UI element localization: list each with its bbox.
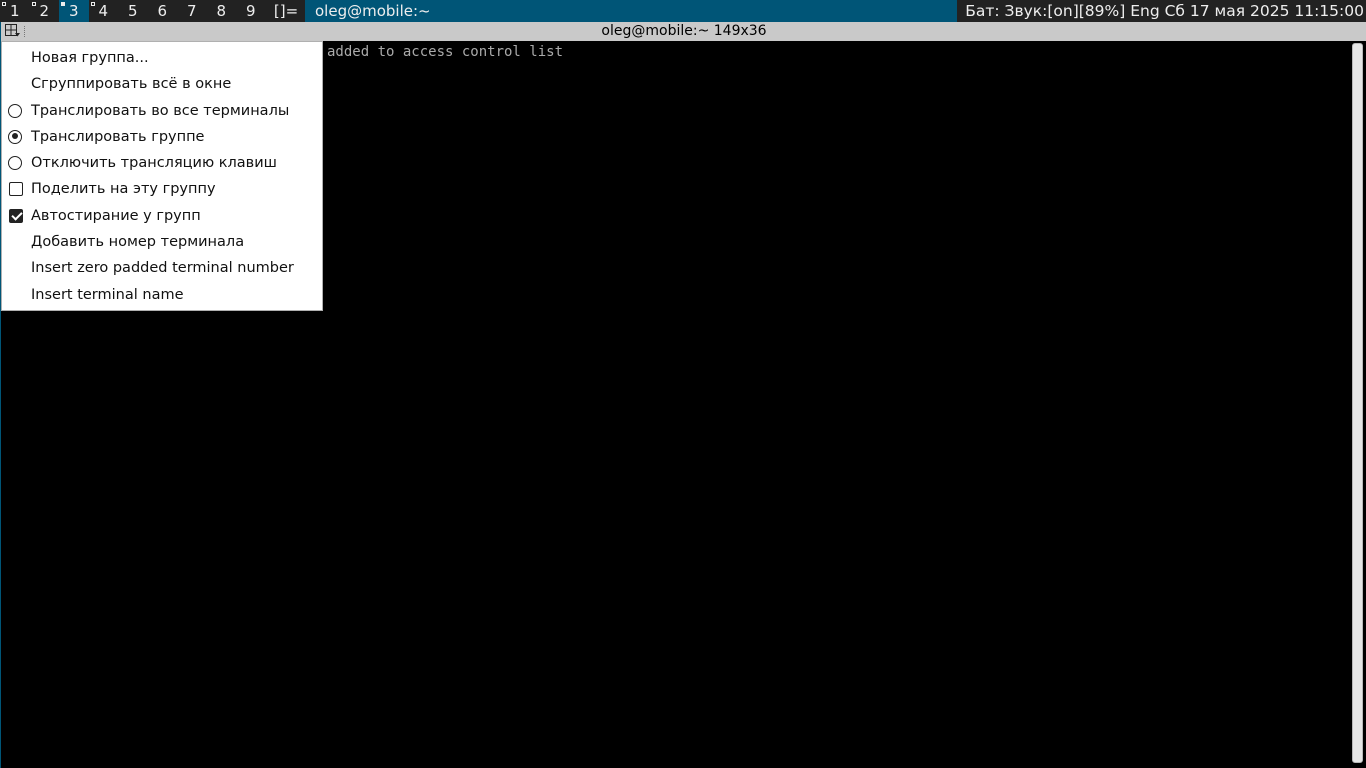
scrollbar-thumb[interactable] xyxy=(1352,43,1363,763)
menu-item-label: Транслировать во все терминалы xyxy=(31,102,290,119)
group-menu-icon[interactable] xyxy=(5,24,21,38)
scrollbar[interactable] xyxy=(1350,41,1366,768)
menu-item-label: Insert terminal name xyxy=(31,286,184,303)
menu-item-label: Добавить номер терминала xyxy=(31,234,245,251)
tag-label: 6 xyxy=(157,2,168,20)
radio-button-selected[interactable] xyxy=(8,129,22,144)
occupied-indicator xyxy=(2,2,6,6)
menu-item-label: Автостирание у групп xyxy=(31,207,201,224)
terminal-title: oleg@mobile:~ 149x36 xyxy=(601,23,767,39)
checkbox[interactable] xyxy=(9,182,23,197)
tag-label: 3 xyxy=(68,2,79,20)
terminal-titlebar[interactable]: oleg@mobile:~ 149x36 xyxy=(1,22,1366,41)
tag-label: 4 xyxy=(98,2,109,20)
tag-3[interactable]: 3 xyxy=(59,0,89,22)
occupied-indicator xyxy=(90,2,95,6)
menu-item-label: Транслировать группе xyxy=(31,128,205,145)
checkbox-checked[interactable] xyxy=(9,208,23,223)
tag-8[interactable]: 8 xyxy=(207,0,237,22)
menu-item-label: Отключить трансляцию клавиш xyxy=(31,155,277,172)
tag-label: 5 xyxy=(127,2,138,20)
radio-button[interactable] xyxy=(8,156,22,171)
tag-label: 9 xyxy=(245,2,256,20)
tag-label: 8 xyxy=(216,2,227,20)
tag-label: 2 xyxy=(39,2,50,20)
menu-item-insert-terminal-name[interactable]: Insert terminal name xyxy=(2,282,322,308)
tag-label: 1 xyxy=(9,2,20,20)
menu-item-insert-terminal-number[interactable]: Добавить номер терминала xyxy=(2,229,322,255)
tag-2[interactable]: 2 xyxy=(30,0,60,22)
top-status-bar: 1 2 3 4 5 6 7 8 9 []= oleg@mobile:~ Бат:… xyxy=(0,0,1366,22)
menu-item-label: Insert zero padded terminal number xyxy=(31,260,294,277)
menu-item-autoclean-groups[interactable]: Автостирание у групп xyxy=(2,203,322,229)
radio-button[interactable] xyxy=(8,103,22,118)
group-popup-menu: Новая группа... Сгруппировать всё в окне… xyxy=(1,41,323,311)
occupied-indicator xyxy=(31,2,36,6)
menu-item-broadcast-all[interactable]: Транслировать во все терминалы xyxy=(2,98,322,124)
menu-item-split-to-group[interactable]: Поделить на эту группу xyxy=(2,176,322,202)
menu-item-group-all-in-window[interactable]: Сгруппировать всё в окне xyxy=(2,71,322,97)
menu-item-broadcast-group[interactable]: Транслировать группе xyxy=(2,124,322,150)
tag-9[interactable]: 9 xyxy=(236,0,266,22)
tag-4[interactable]: 4 xyxy=(89,0,119,22)
tag-5[interactable]: 5 xyxy=(118,0,148,22)
tag-1[interactable]: 1 xyxy=(0,0,30,22)
tag-label: 7 xyxy=(186,2,197,20)
menu-item-insert-padded-number[interactable]: Insert zero padded terminal number xyxy=(2,255,322,281)
status-text: Бат: Звук:[on][89%] Eng Сб 17 мая 2025 1… xyxy=(965,2,1364,20)
layout-symbol[interactable]: []= xyxy=(268,0,304,22)
tag-7[interactable]: 7 xyxy=(177,0,207,22)
tag-list: 1 2 3 4 5 6 7 8 9 xyxy=(0,0,266,22)
terminal-output: added to access control list xyxy=(327,44,564,60)
occupied-indicator xyxy=(61,2,65,6)
menu-item-new-group[interactable]: Новая группа... xyxy=(2,45,322,71)
tag-6[interactable]: 6 xyxy=(148,0,178,22)
menu-item-label: Новая группа... xyxy=(31,50,149,66)
menu-item-broadcast-off[interactable]: Отключить трансляцию клавиш xyxy=(2,150,322,176)
drag-handle[interactable] xyxy=(24,26,27,37)
menu-item-label: Сгруппировать всё в окне xyxy=(31,76,232,93)
focused-window-title[interactable]: oleg@mobile:~ xyxy=(305,0,957,22)
menu-item-label: Поделить на эту группу xyxy=(31,181,216,198)
